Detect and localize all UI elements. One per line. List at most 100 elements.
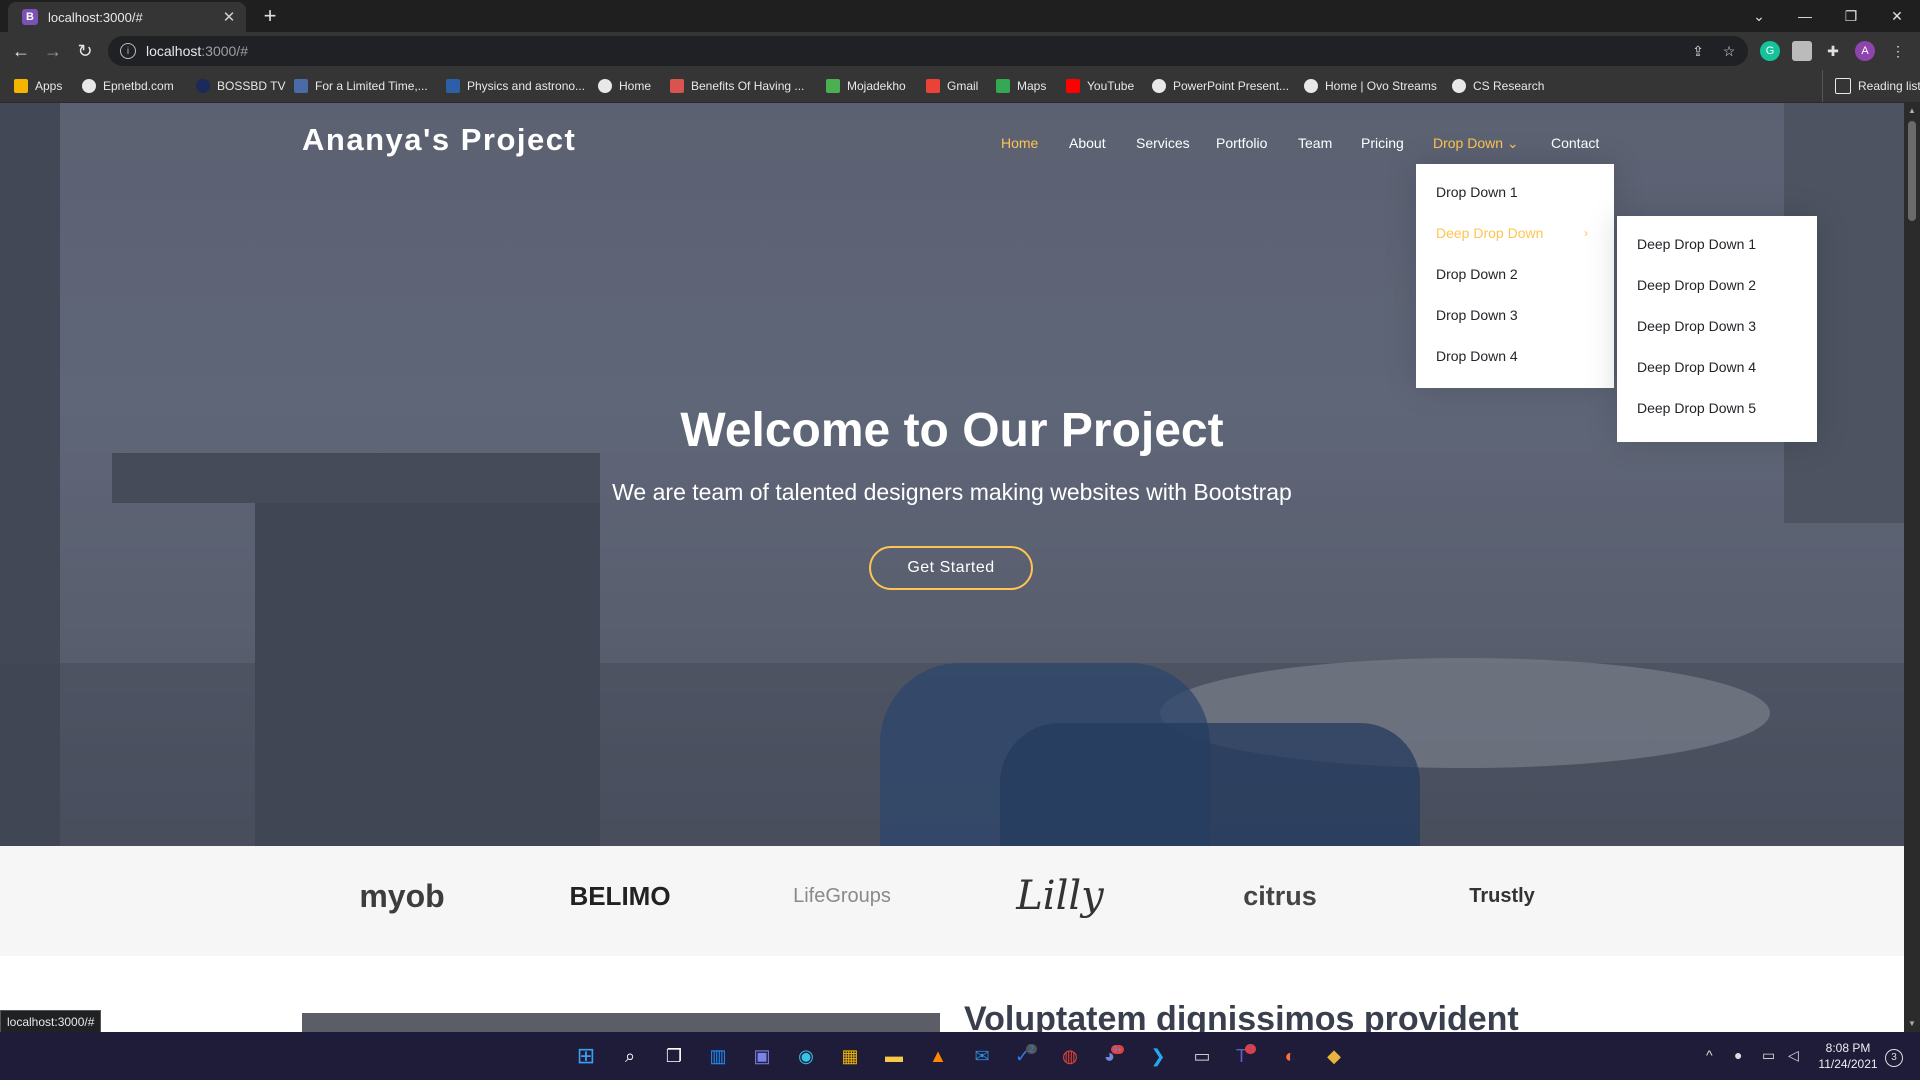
taskbar-clock[interactable]: 8:08 PM 11/24/2021: [1818, 1040, 1878, 1072]
globe-icon: [1452, 79, 1466, 93]
nav-contact[interactable]: Contact: [1551, 135, 1599, 151]
bookmark-mojadekho[interactable]: Mojadekho: [826, 70, 906, 102]
browser-tab[interactable]: B localhost:3000/# ✕: [8, 2, 246, 32]
mail-icon[interactable]: ✉: [968, 1042, 996, 1070]
client-logo-lilly: Lilly: [1016, 873, 1104, 919]
site-info-icon[interactable]: i: [120, 43, 136, 59]
forward-arrow-icon[interactable]: →: [40, 39, 66, 63]
minimize-button[interactable]: —: [1782, 0, 1828, 32]
site-icon: [826, 79, 840, 93]
bookmark-powerpoint[interactable]: PowerPoint Present...: [1152, 70, 1289, 102]
deep-dropdown-item[interactable]: Deep Drop Down 1: [1637, 236, 1756, 252]
close-window-button[interactable]: ✕: [1874, 0, 1920, 32]
git-icon[interactable]: ◆: [1320, 1042, 1348, 1070]
client-logo-lifegroups: LifeGroups: [793, 884, 891, 907]
firefox-icon[interactable]: ◐: [1276, 1042, 1304, 1070]
tray-overflow-icon[interactable]: ^: [1706, 1047, 1713, 1063]
bookmark-gmail[interactable]: Gmail: [926, 70, 978, 102]
grammarly-icon[interactable]: G: [1760, 41, 1780, 61]
bookmark-cs-research[interactable]: CS Research: [1452, 70, 1544, 102]
nav-drop-down[interactable]: Drop Down ⌄: [1433, 135, 1519, 152]
extensions-puzzle-icon[interactable]: ✚: [1823, 41, 1843, 61]
share-icon[interactable]: ⇪: [1688, 41, 1708, 61]
reload-icon[interactable]: ↻: [72, 39, 98, 63]
nav-portfolio[interactable]: Portfolio: [1216, 135, 1267, 151]
bookmark-apps[interactable]: Apps: [14, 70, 62, 102]
vlc-icon[interactable]: ▲: [924, 1042, 952, 1070]
teams-chat-icon[interactable]: ▣: [748, 1042, 776, 1070]
vscode-icon[interactable]: ❯: [1144, 1042, 1172, 1070]
dropdown-item[interactable]: Drop Down 1: [1436, 184, 1518, 200]
deep-dropdown-item[interactable]: Deep Drop Down 4: [1637, 359, 1756, 375]
task-view-icon[interactable]: ❐: [660, 1042, 688, 1070]
nav-drop-down-label: Drop Down: [1433, 135, 1504, 151]
file-explorer-icon[interactable]: ▬: [880, 1042, 908, 1070]
microphone-icon[interactable]: ●: [1734, 1047, 1742, 1063]
reading-list-icon: [1835, 78, 1851, 94]
dropdown-item-deep[interactable]: Deep Drop Down: [1436, 225, 1543, 241]
about-heading: Voluptatem dignissimos provident: [964, 1000, 1519, 1032]
teams-badge: 7: [1244, 1044, 1256, 1054]
nav-services[interactable]: Services: [1136, 135, 1190, 151]
dropdown-item[interactable]: Drop Down 4: [1436, 348, 1518, 364]
youtube-icon: [1066, 79, 1080, 93]
todo-badge: 2: [1026, 1044, 1038, 1054]
notification-badge[interactable]: 3: [1885, 1049, 1903, 1067]
chevron-right-icon: ›: [1584, 226, 1588, 240]
nav-home[interactable]: Home: [1001, 135, 1038, 151]
start-windows-icon[interactable]: ⊞: [572, 1042, 600, 1070]
nav-pricing[interactable]: Pricing: [1361, 135, 1404, 151]
scroll-down-icon[interactable]: ▼: [1904, 1016, 1920, 1032]
clock-time: 8:08 PM: [1825, 1041, 1871, 1055]
volume-icon[interactable]: ◁: [1788, 1047, 1799, 1064]
bookmark-benefits[interactable]: Benefits Of Having ...: [670, 70, 804, 102]
bookmark-youtube[interactable]: YouTube: [1066, 70, 1134, 102]
terminal-icon[interactable]: ▭: [1188, 1042, 1216, 1070]
nav-team[interactable]: Team: [1298, 135, 1332, 151]
bookmark-star-icon[interactable]: ☆: [1719, 41, 1739, 61]
dropdown-menu: Drop Down 1 Deep Drop Down › Drop Down 2…: [1416, 164, 1614, 388]
chrome-icon[interactable]: ◍: [1056, 1042, 1084, 1070]
bootstrap-favicon-icon: B: [22, 9, 38, 25]
windows-taskbar: ⊞ ⌕ ❐ ▥ ▣ ◉ ▦ ▬ ▲ ✉ ✓ 2 ◍ ◕ 9+ ❯ ▭ T7 ◐ ◆ …: [0, 1032, 1920, 1080]
new-tab-button[interactable]: +: [256, 4, 284, 28]
back-arrow-icon[interactable]: ←: [8, 39, 34, 63]
bookmark-ovo-streams[interactable]: Home | Ovo Streams: [1304, 70, 1437, 102]
deep-dropdown-item[interactable]: Deep Drop Down 2: [1637, 277, 1756, 293]
scrollbar-thumb[interactable]: [1908, 121, 1916, 221]
site-icon: [294, 79, 308, 93]
clients-section: myob BELIMO LifeGroups Lilly citrus Trus…: [0, 846, 1904, 956]
tab-title: localhost:3000/#: [48, 9, 143, 25]
web-page: Ananya's Project Home About Services Por…: [0, 103, 1904, 1032]
search-icon[interactable]: ⌕: [616, 1042, 644, 1070]
dropdown-item[interactable]: Drop Down 3: [1436, 307, 1518, 323]
address-bar[interactable]: i localhost:3000/#: [108, 36, 1748, 66]
bookmark-maps[interactable]: Maps: [996, 70, 1046, 102]
bookmark-physics[interactable]: Physics and astrono...: [446, 70, 585, 102]
profile-avatar[interactable]: A: [1855, 41, 1875, 61]
restore-button[interactable]: ❐: [1828, 0, 1874, 32]
discord-icon[interactable]: ◕ 9+: [1100, 1042, 1128, 1070]
bookmark-bossbd[interactable]: BOSSBD TV: [196, 70, 285, 102]
tab-search-icon[interactable]: ⌄: [1736, 0, 1782, 32]
bookmark-home[interactable]: Home: [598, 70, 651, 102]
scroll-up-icon[interactable]: ▲: [1904, 103, 1920, 119]
deep-dropdown-item[interactable]: Deep Drop Down 3: [1637, 318, 1756, 334]
store-icon[interactable]: ▦: [836, 1042, 864, 1070]
get-started-button[interactable]: Get Started: [869, 546, 1033, 590]
bookmark-epnetbd[interactable]: Epnetbd.com: [82, 70, 174, 102]
dropdown-item[interactable]: Drop Down 2: [1436, 266, 1518, 282]
bookmark-limited-time[interactable]: For a Limited Time,...: [294, 70, 428, 102]
site-logo[interactable]: Ananya's Project: [302, 122, 576, 158]
edge-icon[interactable]: ◉: [792, 1042, 820, 1070]
close-tab-icon[interactable]: ✕: [218, 8, 240, 26]
page-scrollbar[interactable]: ▲ ▼: [1904, 103, 1920, 1032]
reading-list-button[interactable]: Reading list: [1822, 70, 1920, 102]
extension-icon[interactable]: [1792, 41, 1812, 61]
todo-icon[interactable]: ✓ 2: [1012, 1042, 1040, 1070]
teams-icon[interactable]: T7: [1232, 1042, 1260, 1070]
menu-kebab-icon[interactable]: ⋮: [1888, 41, 1908, 61]
network-icon[interactable]: ▭: [1762, 1047, 1775, 1064]
widgets-icon[interactable]: ▥: [704, 1042, 732, 1070]
nav-about[interactable]: About: [1069, 135, 1106, 151]
